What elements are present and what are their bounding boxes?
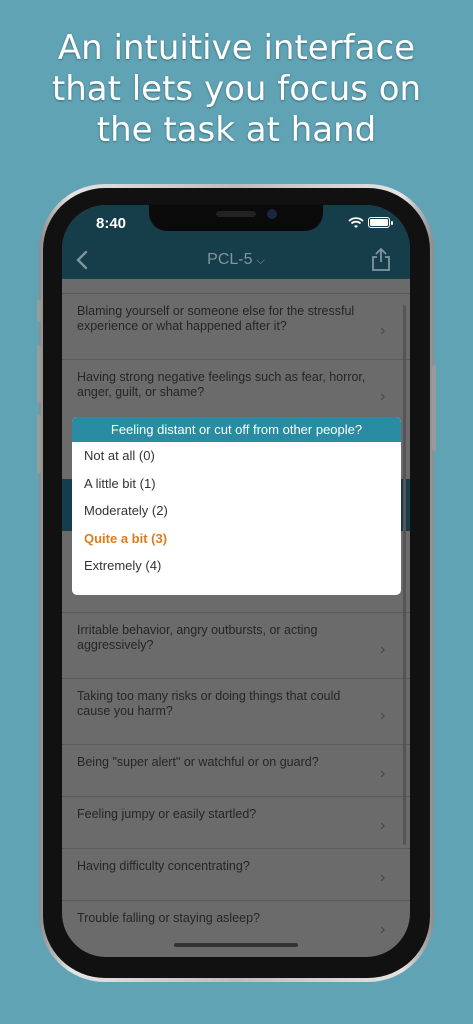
option-moderately[interactable]: Moderately (2) <box>72 497 401 525</box>
chevron-right-icon: › <box>380 869 386 886</box>
battery-icon <box>368 217 393 228</box>
front-camera <box>267 209 277 219</box>
list-item-text: Having difficulty concentrating? <box>77 859 250 873</box>
home-indicator[interactable] <box>174 943 298 947</box>
chevron-down-icon: ⌵ <box>256 255 265 267</box>
volume-down-button <box>37 415 41 473</box>
option-a-little-bit[interactable]: A little bit (1) <box>72 470 401 498</box>
status-time: 8:40 <box>96 215 127 232</box>
back-arrow-icon[interactable] <box>72 249 94 271</box>
wifi-icon <box>348 217 364 228</box>
speaker-grille <box>216 211 256 217</box>
nav-title-dropdown[interactable]: PCL-5 ⌵ <box>186 251 286 269</box>
list-item[interactable]: Taking too many risks or doing things th… <box>62 678 410 744</box>
chevron-right-icon: › <box>380 641 386 658</box>
list-item[interactable]: Blaming yourself or someone else for the… <box>62 293 410 359</box>
list-item[interactable]: Having strong negative feelings such as … <box>62 359 410 425</box>
list-item-text: Taking too many risks or doing things th… <box>77 689 341 718</box>
list-item-text: Irritable behavior, angry outbursts, or … <box>77 623 318 652</box>
list-item[interactable]: Being "super alert" or watchful or on gu… <box>62 744 410 796</box>
list-item[interactable]: Feeling jumpy or easily startled? › <box>62 796 410 848</box>
power-button <box>432 365 436 451</box>
chevron-right-icon: › <box>380 322 386 339</box>
modal-question: Feeling distant or cut off from other pe… <box>72 417 401 442</box>
option-not-at-all[interactable]: Not at all (0) <box>72 442 401 470</box>
list-item-text: Blaming yourself or someone else for the… <box>77 304 355 333</box>
list-item-text: Trouble falling or staying asleep? <box>77 911 260 925</box>
list-item-text: Being "super alert" or watchful or on gu… <box>77 755 319 769</box>
share-icon[interactable] <box>370 247 392 273</box>
list-item-text: Having strong negative feelings such as … <box>77 370 366 399</box>
option-extremely[interactable]: Extremely (4) <box>72 552 401 580</box>
chevron-right-icon: › <box>380 707 386 724</box>
nav-bar: PCL-5 ⌵ <box>62 241 410 279</box>
volume-up-button <box>37 345 41 403</box>
scrollbar[interactable] <box>403 305 406 845</box>
nav-title: PCL-5 <box>207 251 253 268</box>
list-item-text: Feeling jumpy or easily startled? <box>77 807 257 821</box>
list-item[interactable]: Irritable behavior, angry outbursts, or … <box>62 612 410 678</box>
headline: An intuitive interface that lets you foc… <box>51 28 422 150</box>
list-item[interactable]: Having difficulty concentrating? › <box>62 848 410 900</box>
notch <box>149 205 323 231</box>
chevron-right-icon: › <box>380 921 386 938</box>
mute-switch <box>37 300 41 322</box>
chevron-right-icon: › <box>380 765 386 782</box>
phone-screen: 8:40 PCL-5 ⌵ Blaming yourself or someone … <box>62 205 410 957</box>
option-quite-a-bit[interactable]: Quite a bit (3) <box>72 525 401 553</box>
chevron-right-icon: › <box>380 817 386 834</box>
answer-picker-modal: Feeling distant or cut off from other pe… <box>72 417 401 595</box>
chevron-right-icon: › <box>380 388 386 405</box>
status-bar: 8:40 <box>62 205 410 241</box>
